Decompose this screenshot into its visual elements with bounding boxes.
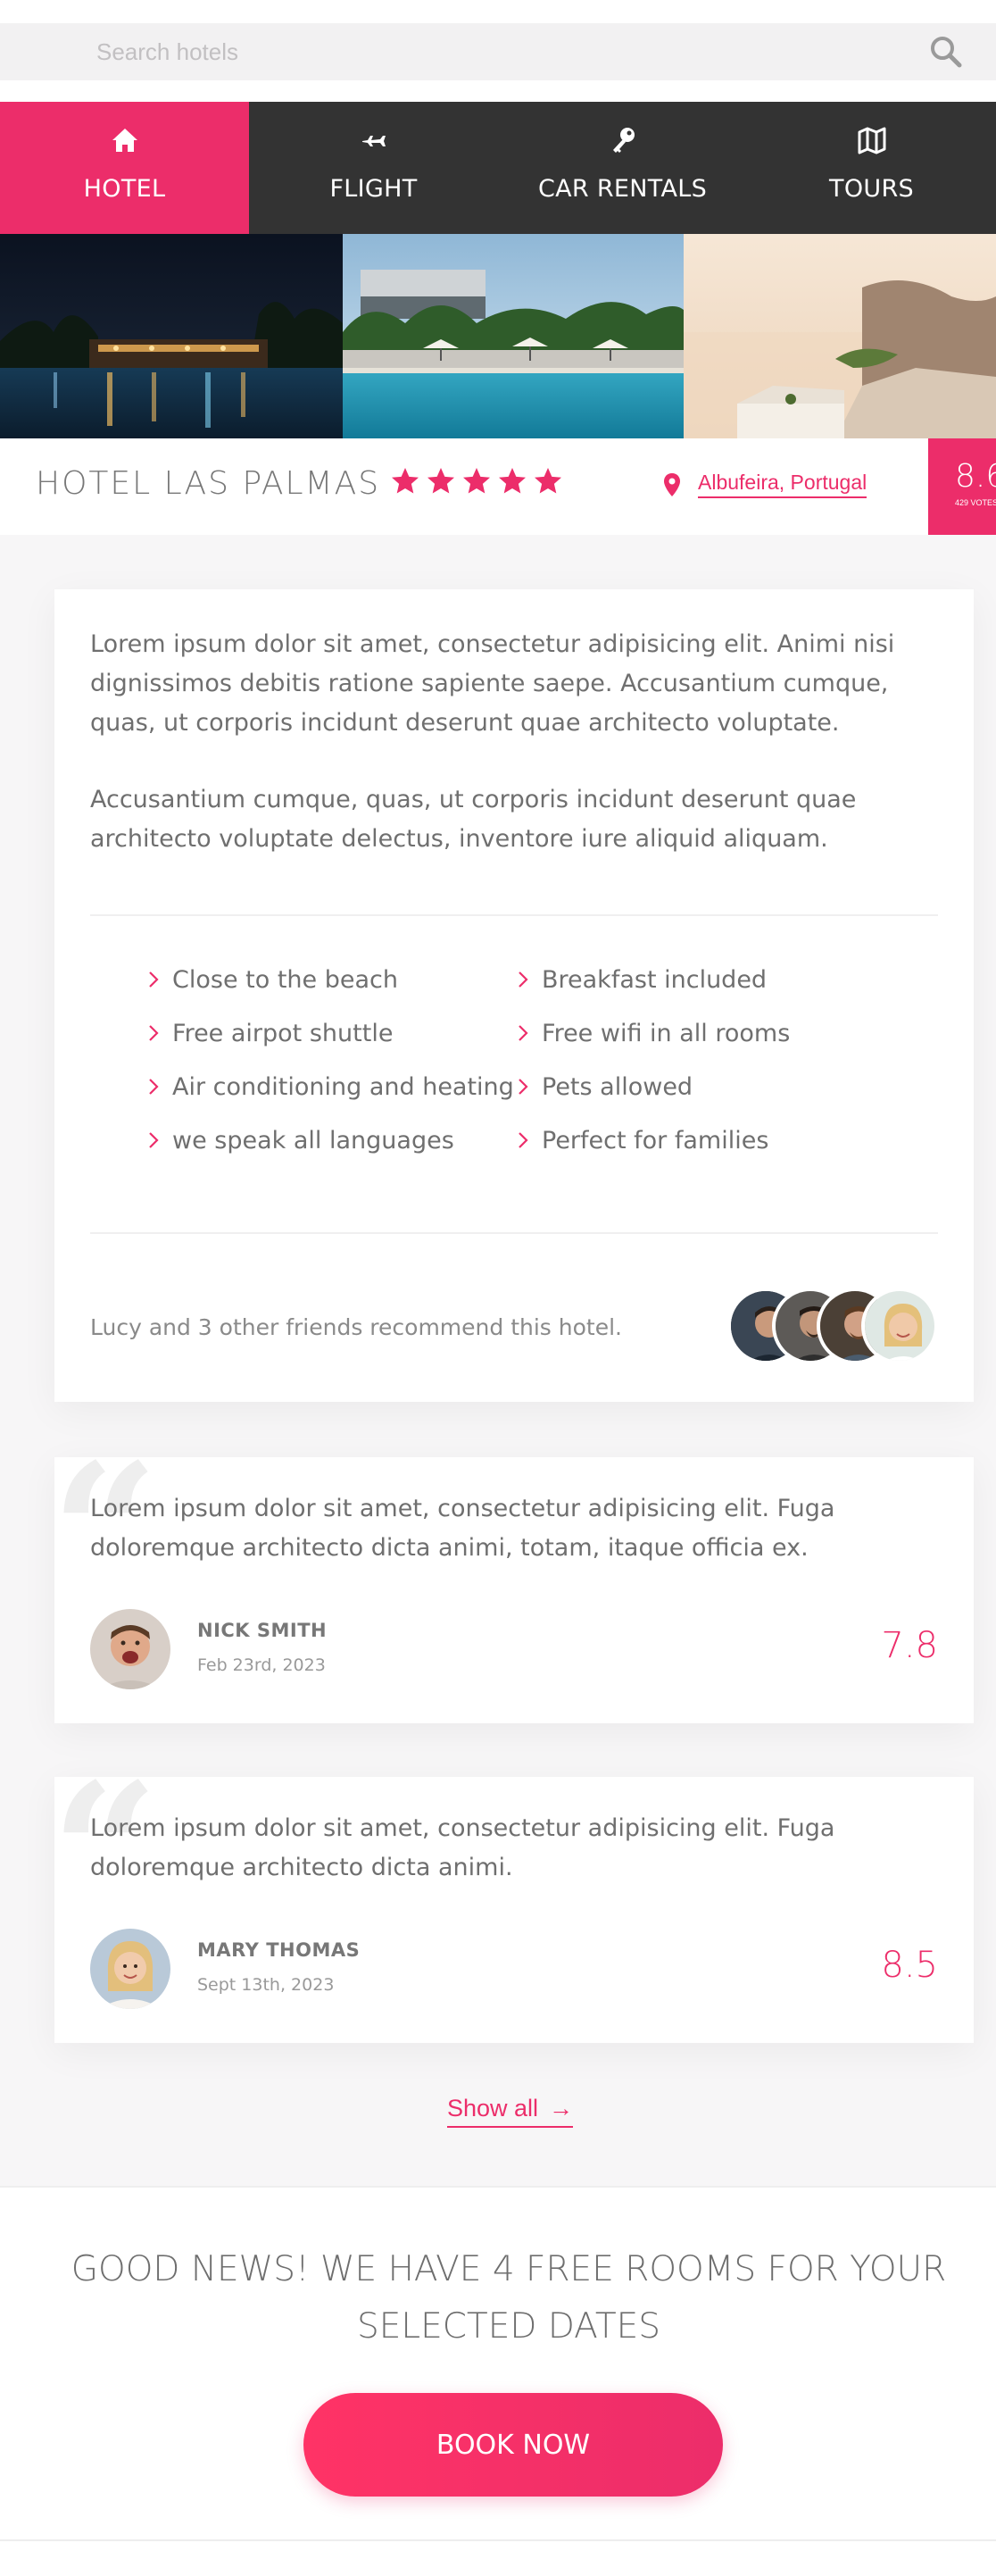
feature-item: Breakfast included xyxy=(517,963,879,996)
divider xyxy=(90,914,938,916)
photo-coast-terrace[interactable] xyxy=(684,234,996,438)
spacer xyxy=(0,80,996,102)
review-score: 8.5 xyxy=(881,1945,938,1986)
feature-label: Air conditioning and heating xyxy=(172,1072,514,1101)
chevron-right-icon xyxy=(149,1132,159,1148)
review-card: “ Lorem ipsum dolor sit amet, consectetu… xyxy=(51,1759,974,2043)
review-card: “ Lorem ipsum dolor sit amet, consectetu… xyxy=(51,1439,974,1723)
feature-label: we speak all languages xyxy=(172,1126,454,1155)
feature-item: Close to the beach xyxy=(147,963,517,996)
show-all-link[interactable]: Show all → xyxy=(447,2095,574,2128)
review-score: 7.8 xyxy=(881,1625,938,1666)
chevron-right-icon xyxy=(149,1079,159,1095)
star-icon xyxy=(499,468,526,494)
plane-icon xyxy=(361,136,386,146)
photo-gallery xyxy=(0,234,996,438)
chevron-right-icon xyxy=(519,1025,528,1041)
feature-label: Perfect for families xyxy=(542,1126,769,1155)
divider xyxy=(90,1232,938,1234)
review-text: Lorem ipsum dolor sit amet, consectetur … xyxy=(90,1495,835,1562)
map-icon xyxy=(858,127,885,154)
avatar[interactable] xyxy=(90,1609,170,1689)
hotel-title-bar: HOTEL LAS PALMAS Albufeira, Portugal 8.6… xyxy=(0,438,996,535)
photo-night-pool[interactable] xyxy=(0,234,343,438)
feature-item: Pets allowed xyxy=(517,1070,879,1104)
hotel-score: 8.6 xyxy=(955,458,996,495)
star-icon xyxy=(463,468,490,494)
book-now-button[interactable]: BOOK NOW xyxy=(303,2393,723,2497)
feature-label: Pets allowed xyxy=(542,1072,693,1101)
feature-item: Perfect for families xyxy=(517,1123,879,1157)
availability-section: GOOD NEWS! WE HAVE 4 FREE ROOMS FOR YOUR… xyxy=(0,2186,996,2539)
search-input[interactable] xyxy=(96,36,900,68)
chevron-right-icon xyxy=(149,1025,159,1041)
tab-tours[interactable]: TOURS xyxy=(747,102,996,234)
feature-item: we speak all languages xyxy=(147,1123,517,1157)
feature-list: Close to the beach Breakfast included Fr… xyxy=(147,963,879,1157)
tab-flight[interactable]: FLIGHT xyxy=(249,102,498,234)
location-link[interactable]: Albufeira, Portugal xyxy=(698,471,867,498)
feature-label: Free wifi in all rooms xyxy=(542,1019,791,1047)
review-date: Feb 23rd, 2023 xyxy=(197,1655,326,1675)
footer-spacer xyxy=(0,2539,996,2576)
search-icon[interactable] xyxy=(928,34,964,70)
chevron-right-icon xyxy=(519,1132,528,1148)
friend-avatars xyxy=(727,1288,942,1364)
friends-recommend-text: Lucy and 3 other friends recommend this … xyxy=(90,1314,622,1340)
description-paragraph: Lorem ipsum dolor sit amet, consectetur … xyxy=(90,630,895,737)
chevron-right-icon xyxy=(149,971,159,988)
tab-label: FLIGHT xyxy=(329,175,418,203)
description-paragraph: Accusantium cumque, quas, ut corporis in… xyxy=(90,786,857,853)
review-date: Sept 13th, 2023 xyxy=(197,1975,335,1995)
avatar[interactable] xyxy=(90,1929,170,2009)
chevron-right-icon xyxy=(519,1079,528,1095)
tab-label: CAR RENTALS xyxy=(537,175,708,203)
tab-car-rentals[interactable]: CAR RENTALS xyxy=(498,102,747,234)
review-text: Lorem ipsum dolor sit amet, consectetur … xyxy=(90,1814,835,1881)
key-icon xyxy=(612,128,635,153)
search-bar xyxy=(0,23,996,80)
star-rating xyxy=(389,465,564,497)
avatar[interactable] xyxy=(861,1288,938,1364)
hotel-details-card: Lorem ipsum dolor sit amet, consectetur … xyxy=(54,589,974,1402)
arrow-right-icon: → xyxy=(549,2095,574,2122)
category-tabs: HOTEL FLIGHT CAR RENTALS TOURS xyxy=(0,102,996,234)
availability-message: GOOD NEWS! WE HAVE 4 FREE ROOMS FOR YOUR… xyxy=(71,2249,947,2347)
top-spacer xyxy=(0,0,996,23)
star-icon xyxy=(427,468,454,494)
reviewer-name: NICK SMITH xyxy=(197,1620,328,1641)
feature-item: Free wifi in all rooms xyxy=(517,1016,879,1050)
feature-item: Air conditioning and heating xyxy=(147,1070,517,1104)
hotel-votes: 429 VOTES xyxy=(955,498,996,507)
star-icon xyxy=(392,468,419,494)
chevron-right-icon xyxy=(519,971,528,988)
feature-label: Close to the beach xyxy=(172,965,398,994)
reviewer-name: MARY THOMAS xyxy=(197,1939,361,1961)
tab-label: TOURS xyxy=(829,175,914,203)
photo-day-pool[interactable] xyxy=(343,234,684,438)
tab-label: HOTEL xyxy=(83,175,166,203)
hotel-score-badge: 8.6 429 VOTES xyxy=(928,438,996,535)
feature-item: Free airpot shuttle xyxy=(147,1016,517,1050)
home-icon xyxy=(112,129,137,152)
show-all-label: Show all xyxy=(447,2095,539,2122)
feature-label: Free airpot shuttle xyxy=(172,1019,394,1047)
feature-label: Breakfast included xyxy=(542,965,768,994)
tab-hotel[interactable]: HOTEL xyxy=(0,102,249,234)
star-icon xyxy=(535,468,561,494)
hotel-name: HOTEL LAS PALMAS xyxy=(36,465,381,502)
map-pin-icon xyxy=(664,472,680,496)
hotel-location: Albufeira, Portugal xyxy=(662,471,867,498)
